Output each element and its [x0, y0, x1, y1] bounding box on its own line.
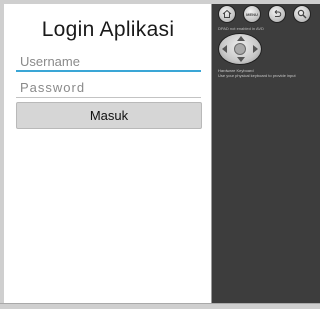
search-button[interactable]: [293, 5, 311, 23]
window-frame-bottom: [0, 303, 320, 309]
dpad-up-icon[interactable]: [237, 36, 245, 41]
dpad-left-icon[interactable]: [222, 45, 227, 53]
page-title: Login Aplikasi: [41, 18, 175, 41]
dpad-center-button[interactable]: [234, 43, 246, 55]
dpad-status-label: DPAD not enabled in AVD: [218, 26, 264, 31]
home-icon: [222, 9, 232, 18]
menu-label: MENU: [246, 11, 258, 17]
menu-button[interactable]: MENU: [243, 5, 261, 23]
device-screen: Login Aplikasi Masuk: [4, 4, 212, 303]
dpad[interactable]: [218, 33, 262, 65]
login-button[interactable]: Masuk: [16, 102, 202, 129]
search-icon: [297, 9, 307, 19]
dpad-down-icon[interactable]: [237, 57, 245, 62]
emulator-control-panel: MENU DPAD not enabled in AVD Hardware Ke…: [212, 4, 320, 303]
back-icon: [274, 10, 282, 17]
back-button[interactable]: [268, 5, 286, 23]
home-button[interactable]: [218, 5, 236, 23]
dpad-right-icon[interactable]: [253, 45, 258, 53]
keyboard-description: Use your physical keyboard to provide in…: [218, 73, 296, 78]
username-input[interactable]: [16, 52, 201, 72]
password-input[interactable]: [16, 78, 201, 98]
